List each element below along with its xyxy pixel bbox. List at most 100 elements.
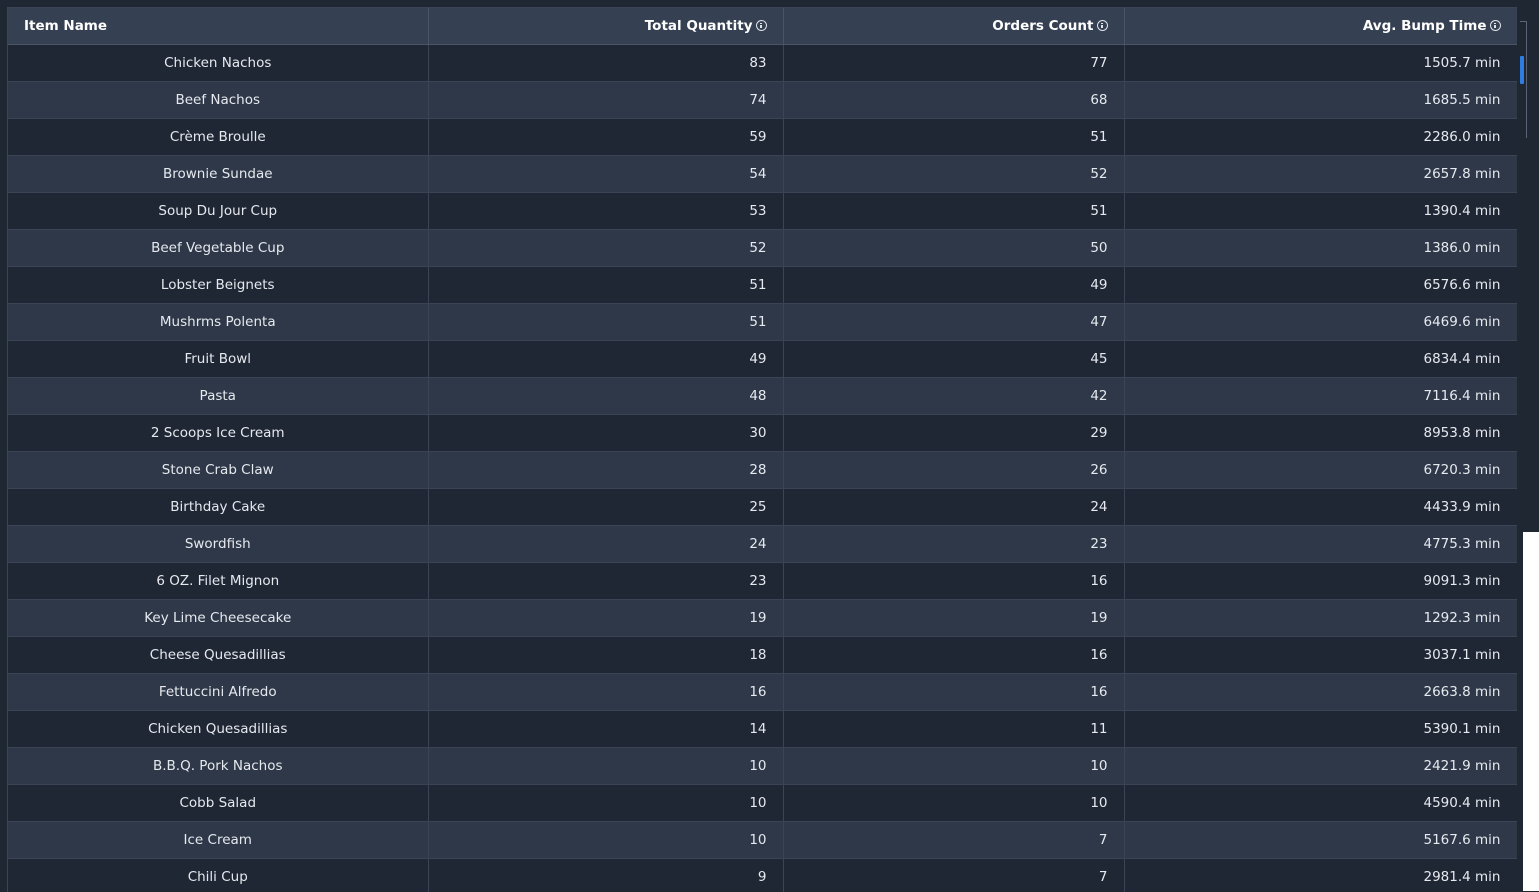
- cell-orders-count: 49: [783, 267, 1124, 304]
- table-row[interactable]: Stone Crab Claw28266720.3 min: [8, 452, 1517, 489]
- cell-orders-count: 16: [783, 674, 1124, 711]
- cell-avg-bump-time: 2981.4 min: [1124, 859, 1517, 892]
- column-header-total-quantity[interactable]: Total Quantity: [428, 8, 783, 45]
- table-row[interactable]: Brownie Sundae54522657.8 min: [8, 156, 1517, 193]
- info-icon[interactable]: [756, 20, 767, 31]
- cell-avg-bump-time: 2663.8 min: [1124, 674, 1517, 711]
- scrollbar-thumb[interactable]: [1520, 56, 1524, 84]
- table-row[interactable]: Key Lime Cheesecake19191292.3 min: [8, 600, 1517, 637]
- cell-orders-count: 10: [783, 748, 1124, 785]
- cell-total-quantity: 48: [428, 378, 783, 415]
- cell-item-name: Beef Vegetable Cup: [8, 230, 428, 267]
- cell-item-name: Brownie Sundae: [8, 156, 428, 193]
- cell-total-quantity: 25: [428, 489, 783, 526]
- column-header-item-name[interactable]: Item Name: [8, 8, 428, 45]
- cell-avg-bump-time: 2286.0 min: [1124, 119, 1517, 156]
- column-header-orders-count[interactable]: Orders Count: [783, 8, 1124, 45]
- cell-item-name: Cobb Salad: [8, 785, 428, 822]
- cell-total-quantity: 74: [428, 82, 783, 119]
- cell-item-name: Cheese Quesadillias: [8, 637, 428, 674]
- cell-item-name: Swordfish: [8, 526, 428, 563]
- cell-item-name: 6 OZ. Filet Mignon: [8, 563, 428, 600]
- table-row[interactable]: Lobster Beignets51496576.6 min: [8, 267, 1517, 304]
- column-header-label: Avg. Bump Time: [1363, 18, 1487, 34]
- cell-item-name: Birthday Cake: [8, 489, 428, 526]
- info-icon[interactable]: [1490, 20, 1501, 31]
- cell-orders-count: 23: [783, 526, 1124, 563]
- info-icon[interactable]: [1097, 20, 1108, 31]
- table-row[interactable]: 6 OZ. Filet Mignon23169091.3 min: [8, 563, 1517, 600]
- cell-avg-bump-time: 6720.3 min: [1124, 452, 1517, 489]
- cell-item-name: Chicken Nachos: [8, 45, 428, 82]
- table-row[interactable]: Swordfish24234775.3 min: [8, 526, 1517, 563]
- table-row[interactable]: Fruit Bowl49456834.4 min: [8, 341, 1517, 378]
- cell-item-name: Lobster Beignets: [8, 267, 428, 304]
- cell-total-quantity: 28: [428, 452, 783, 489]
- cell-orders-count: 16: [783, 637, 1124, 674]
- cell-item-name: Chili Cup: [8, 859, 428, 892]
- cell-item-name: Chicken Quesadillias: [8, 711, 428, 748]
- cell-avg-bump-time: 6469.6 min: [1124, 304, 1517, 341]
- table-row[interactable]: 2 Scoops Ice Cream30298953.8 min: [8, 415, 1517, 452]
- table-row[interactable]: Ice Cream1075167.6 min: [8, 822, 1517, 859]
- column-header-avg-bump-time[interactable]: Avg. Bump Time: [1124, 8, 1517, 45]
- cell-item-name: Soup Du Jour Cup: [8, 193, 428, 230]
- table-row[interactable]: Beef Vegetable Cup52501386.0 min: [8, 230, 1517, 267]
- cell-orders-count: 26: [783, 452, 1124, 489]
- table-row[interactable]: Soup Du Jour Cup53511390.4 min: [8, 193, 1517, 230]
- cell-avg-bump-time: 9091.3 min: [1124, 563, 1517, 600]
- table-row[interactable]: Chicken Nachos83771505.7 min: [8, 45, 1517, 82]
- cell-item-name: Pasta: [8, 378, 428, 415]
- table-row[interactable]: Pasta48427116.4 min: [8, 378, 1517, 415]
- cell-total-quantity: 51: [428, 267, 783, 304]
- column-header-label: Total Quantity: [645, 18, 753, 34]
- cell-total-quantity: 59: [428, 119, 783, 156]
- cell-orders-count: 52: [783, 156, 1124, 193]
- cell-orders-count: 51: [783, 193, 1124, 230]
- table-row[interactable]: Beef Nachos74681685.5 min: [8, 82, 1517, 119]
- cell-item-name: Crème Broulle: [8, 119, 428, 156]
- table-row[interactable]: Cheese Quesadillias18163037.1 min: [8, 637, 1517, 674]
- table-header-row: Item Name Total Quantity Orders Count Avg. …: [8, 8, 1517, 45]
- cell-total-quantity: 18: [428, 637, 783, 674]
- table-row[interactable]: Chili Cup972981.4 min: [8, 859, 1517, 892]
- table-header: Item Name Total Quantity Orders Count Avg. …: [8, 8, 1517, 45]
- cell-avg-bump-time: 4433.9 min: [1124, 489, 1517, 526]
- table-row[interactable]: Chicken Quesadillias14115390.1 min: [8, 711, 1517, 748]
- items-table: Item Name Total Quantity Orders Count Avg. …: [8, 8, 1517, 892]
- cell-total-quantity: 24: [428, 526, 783, 563]
- page-background-gap: [1523, 532, 1539, 891]
- cell-avg-bump-time: 1386.0 min: [1124, 230, 1517, 267]
- cell-orders-count: 50: [783, 230, 1124, 267]
- cell-item-name: 2 Scoops Ice Cream: [8, 415, 428, 452]
- cell-orders-count: 51: [783, 119, 1124, 156]
- cell-total-quantity: 16: [428, 674, 783, 711]
- table-container: Item Name Total Quantity Orders Count Avg. …: [7, 7, 1517, 892]
- cell-total-quantity: 10: [428, 785, 783, 822]
- cell-total-quantity: 23: [428, 563, 783, 600]
- cell-avg-bump-time: 4590.4 min: [1124, 785, 1517, 822]
- table-row[interactable]: Mushrms Polenta51476469.6 min: [8, 304, 1517, 341]
- cell-avg-bump-time: 1390.4 min: [1124, 193, 1517, 230]
- cell-avg-bump-time: 3037.1 min: [1124, 637, 1517, 674]
- cell-orders-count: 16: [783, 563, 1124, 600]
- cell-orders-count: 68: [783, 82, 1124, 119]
- cell-avg-bump-time: 1292.3 min: [1124, 600, 1517, 637]
- cell-total-quantity: 53: [428, 193, 783, 230]
- cell-item-name: Fettuccini Alfredo: [8, 674, 428, 711]
- cell-item-name: Beef Nachos: [8, 82, 428, 119]
- cell-orders-count: 24: [783, 489, 1124, 526]
- cell-item-name: Fruit Bowl: [8, 341, 428, 378]
- cell-avg-bump-time: 6834.4 min: [1124, 341, 1517, 378]
- table-row[interactable]: Cobb Salad10104590.4 min: [8, 785, 1517, 822]
- cell-orders-count: 7: [783, 822, 1124, 859]
- table-row[interactable]: Fettuccini Alfredo16162663.8 min: [8, 674, 1517, 711]
- table-row[interactable]: B.B.Q. Pork Nachos10102421.9 min: [8, 748, 1517, 785]
- cell-total-quantity: 10: [428, 748, 783, 785]
- table-row[interactable]: Birthday Cake25244433.9 min: [8, 489, 1517, 526]
- cell-total-quantity: 30: [428, 415, 783, 452]
- cell-orders-count: 77: [783, 45, 1124, 82]
- table-row[interactable]: Crème Broulle59512286.0 min: [8, 119, 1517, 156]
- cell-avg-bump-time: 5167.6 min: [1124, 822, 1517, 859]
- cell-orders-count: 45: [783, 341, 1124, 378]
